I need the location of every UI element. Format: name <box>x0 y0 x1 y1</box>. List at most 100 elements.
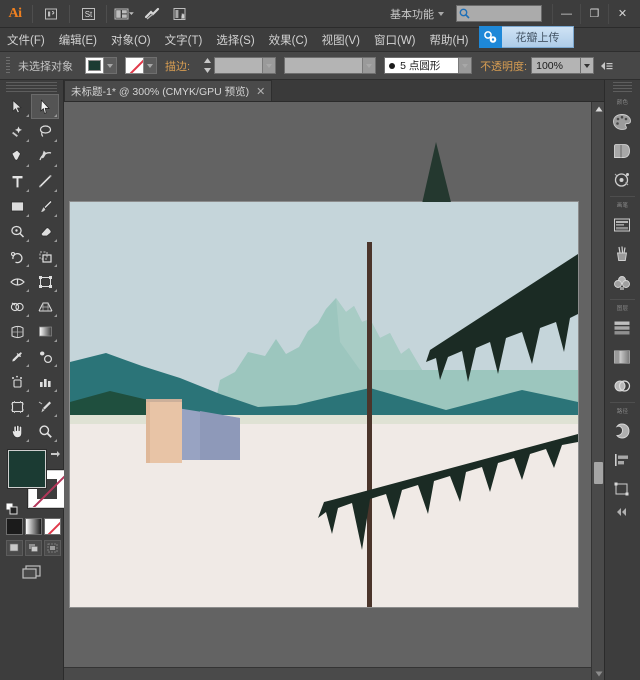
workspace-switcher[interactable]: 基本功能 <box>384 4 450 24</box>
default-fill-stroke-icon[interactable] <box>5 502 18 515</box>
width-tool[interactable] <box>3 269 31 294</box>
panel-color-guide[interactable] <box>605 136 639 165</box>
slice-tool[interactable] <box>31 394 59 419</box>
panel-align[interactable] <box>605 445 639 474</box>
stock-icon[interactable]: St <box>76 3 100 25</box>
arrange-documents-icon[interactable] <box>113 3 137 25</box>
draw-inside-button[interactable] <box>44 540 61 556</box>
free-transform-tool[interactable] <box>31 269 59 294</box>
blend-tool[interactable] <box>31 344 59 369</box>
fill-color-control[interactable] <box>85 57 117 74</box>
screen-mode-button[interactable] <box>20 562 44 582</box>
vertical-scroll-thumb[interactable] <box>594 462 603 484</box>
chevron-down-icon[interactable] <box>262 58 276 73</box>
bridge-icon[interactable] <box>39 3 63 25</box>
swap-fill-stroke-icon[interactable] <box>49 448 61 460</box>
artboard[interactable] <box>70 142 578 607</box>
menu-edit[interactable]: 编辑(E) <box>52 29 104 51</box>
panel-brushes[interactable] <box>605 210 639 239</box>
menu-window[interactable]: 窗口(W) <box>367 29 423 51</box>
dock-collapse-button[interactable] <box>605 503 640 521</box>
panel-pathfinder[interactable] <box>605 416 639 445</box>
horizontal-scrollbar[interactable] <box>64 667 591 680</box>
minimize-button[interactable]: — <box>552 3 580 24</box>
color-mode-button[interactable] <box>6 518 23 535</box>
maximize-button[interactable]: ❐ <box>580 3 608 24</box>
hand-tool[interactable] <box>3 419 31 444</box>
document-tab[interactable]: 未标题-1* @ 300% (CMYK/GPU 预览) ✕ <box>64 80 273 101</box>
draw-behind-button[interactable] <box>25 540 42 556</box>
perspective-grid-tool[interactable] <box>31 294 59 319</box>
artboard-tool[interactable] <box>3 394 31 419</box>
chevron-down-icon[interactable] <box>458 58 472 73</box>
scroll-up-arrow-icon[interactable] <box>592 102 604 115</box>
lasso-tool[interactable] <box>31 119 59 144</box>
stroke-weight-label[interactable]: 描边: <box>165 58 190 74</box>
stroke-weight-combo[interactable] <box>214 57 277 74</box>
brush-definition-combo[interactable]: 5 点圆形 <box>384 57 473 74</box>
panel-transparency[interactable] <box>605 371 639 400</box>
opacity-label[interactable]: 不透明度: <box>480 58 527 74</box>
close-button[interactable]: ✕ <box>608 3 636 24</box>
panel-brush-library[interactable] <box>605 239 639 268</box>
menu-type[interactable]: 文字(T) <box>158 29 210 51</box>
curvature-tool[interactable] <box>31 144 59 169</box>
line-segment-tool[interactable] <box>31 169 59 194</box>
magic-wand-tool[interactable] <box>3 119 31 144</box>
rectangle-tool[interactable] <box>3 194 31 219</box>
fill-color-swatch-large[interactable] <box>8 450 46 488</box>
gradient-mode-button[interactable] <box>25 518 42 535</box>
stroke-swatch[interactable] <box>125 57 144 74</box>
menu-file[interactable]: 文件(F) <box>0 29 52 51</box>
huaban-upload-button[interactable]: 花瓣上传 <box>502 26 574 48</box>
vertical-scrollbar[interactable] <box>591 102 604 680</box>
fill-swatch[interactable] <box>85 57 104 74</box>
search-input[interactable] <box>456 5 542 22</box>
panel-transform[interactable] <box>605 474 639 503</box>
draw-normal-button[interactable] <box>6 540 23 556</box>
document-window[interactable] <box>64 102 604 680</box>
menu-help[interactable]: 帮助(H) <box>423 29 476 51</box>
eraser-tool[interactable] <box>31 219 59 244</box>
tools-panel-grip[interactable] <box>6 82 57 92</box>
shaper-tool[interactable] <box>3 219 31 244</box>
direct-selection-tool[interactable] <box>31 94 59 119</box>
stroke-profile-combo[interactable] <box>284 57 377 74</box>
zoom-tool[interactable] <box>31 419 59 444</box>
gradient-tool[interactable] <box>31 319 59 344</box>
huaban-upload-widget[interactable]: 花瓣上传 <box>479 26 574 48</box>
mesh-tool[interactable] <box>3 319 31 344</box>
control-bar-grip[interactable] <box>6 56 10 75</box>
pen-tool[interactable] <box>3 144 31 169</box>
eyedropper-tool[interactable] <box>3 344 31 369</box>
panel-color[interactable] <box>605 107 639 136</box>
stroke-weight-stepper[interactable] <box>202 57 213 74</box>
menu-view[interactable]: 视图(V) <box>315 29 367 51</box>
panel-symbols[interactable] <box>605 165 639 194</box>
menu-effect[interactable]: 效果(C) <box>262 29 315 51</box>
control-bar-overflow-icon[interactable] <box>600 60 614 72</box>
panel-graphic-styles[interactable] <box>605 268 639 297</box>
stroke-dropdown-arrow[interactable] <box>144 57 157 74</box>
type-tool[interactable] <box>3 169 31 194</box>
close-icon[interactable]: ✕ <box>256 85 265 98</box>
none-mode-button[interactable] <box>44 518 61 535</box>
panel-dock-grip[interactable] <box>613 82 632 94</box>
column-graph-tool[interactable] <box>31 369 59 394</box>
scale-tool[interactable] <box>31 244 59 269</box>
rotate-tool[interactable] <box>3 244 31 269</box>
shape-builder-tool[interactable] <box>3 294 31 319</box>
fill-dropdown-arrow[interactable] <box>104 57 117 74</box>
opacity-dropdown-arrow[interactable] <box>581 57 595 74</box>
chevron-down-icon[interactable] <box>362 58 376 73</box>
scroll-down-arrow-icon[interactable] <box>592 667 604 680</box>
symbol-sprayer-tool[interactable] <box>3 369 31 394</box>
brush-stroke-icon[interactable] <box>141 3 165 25</box>
panel-layers[interactable] <box>605 313 639 342</box>
touch-workspace-icon[interactable] <box>169 3 193 25</box>
stroke-color-control[interactable] <box>125 57 157 74</box>
panel-artboards[interactable] <box>605 342 639 371</box>
menu-select[interactable]: 选择(S) <box>209 29 261 51</box>
paintbrush-tool[interactable] <box>31 194 59 219</box>
menu-object[interactable]: 对象(O) <box>104 29 158 51</box>
